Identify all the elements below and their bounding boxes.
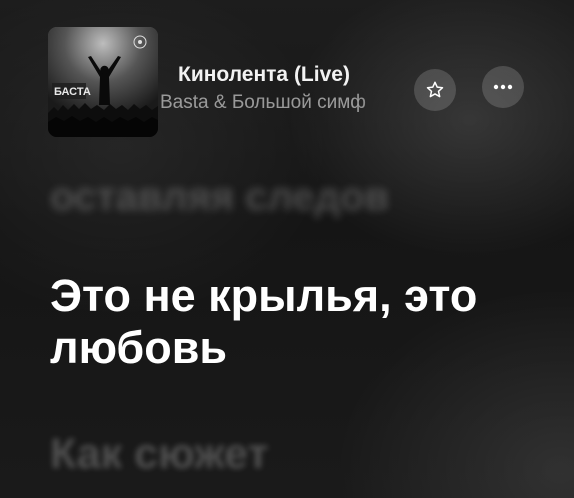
now-playing-header: БАСТА Кинолента (Live) Basta & Большой с… (48, 27, 548, 137)
lyric-current-part-1: Это не крылья, это (50, 270, 478, 321)
lyric-current-part-2: любовь (50, 322, 228, 373)
lyric-line-previous[interactable]: оставляя следов (50, 175, 389, 220)
album-cover-text: БАСТА (54, 86, 91, 98)
lyric-line-current[interactable]: Это не крылья, это любовь (50, 270, 477, 374)
ellipsis-icon (493, 84, 513, 90)
more-options-button[interactable] (482, 66, 524, 108)
album-artwork[interactable]: БАСТА (48, 27, 158, 137)
album-cover-image: БАСТА (48, 27, 158, 137)
star-outline-icon (426, 81, 444, 98)
favorite-button[interactable] (414, 69, 456, 111)
track-artist[interactable]: Basta & Большой симф (160, 92, 402, 114)
lyric-line-next[interactable]: Как сюжет (50, 430, 269, 479)
track-title[interactable]: Кинолента (Live) (178, 63, 350, 87)
